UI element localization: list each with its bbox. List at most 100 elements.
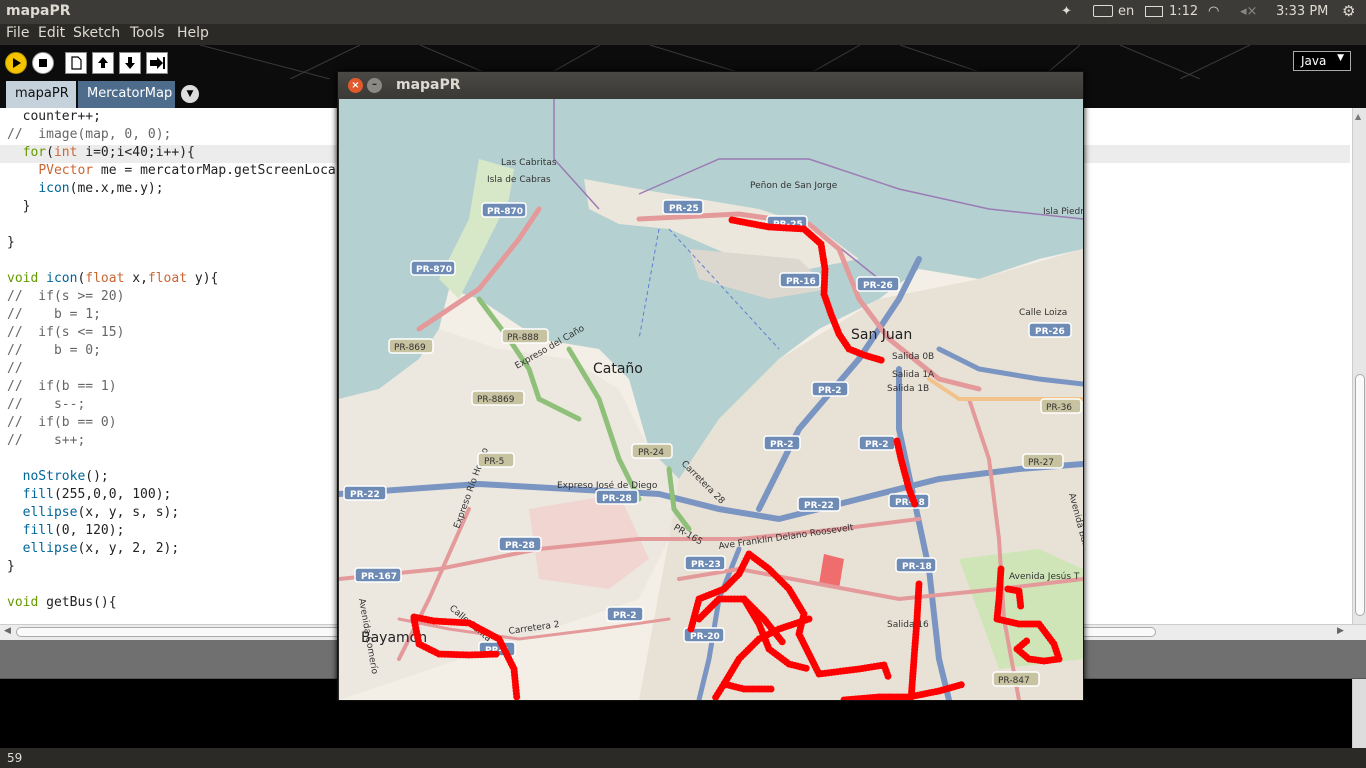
bus-position-dot xyxy=(778,638,786,646)
code-line: ellipse(x, y, s, s); xyxy=(22,505,180,520)
tab-mercatormap[interactable]: MercatorMap xyxy=(78,81,175,108)
shield-pr-167: PR-167 xyxy=(354,567,402,583)
menu-file[interactable]: File xyxy=(6,25,29,41)
code-line: } xyxy=(7,559,15,574)
svg-text:PR-28: PR-28 xyxy=(602,494,632,504)
tab-menu-button[interactable]: ▼ xyxy=(181,85,199,103)
code-line: for(int i=0;i<40;i++){ xyxy=(22,145,195,160)
new-button[interactable] xyxy=(65,52,87,74)
close-button[interactable]: × xyxy=(348,78,363,93)
shield-pr-870-b: PR-870 xyxy=(410,260,456,276)
svg-text:PR-20: PR-20 xyxy=(690,632,720,642)
svg-text:PR-888: PR-888 xyxy=(507,333,539,343)
export-button[interactable] xyxy=(146,52,168,74)
bus-position-dot xyxy=(911,500,919,508)
map-canvas[interactable]: Las Cabritas Isla de Cabras Peñon de San… xyxy=(339,99,1083,700)
shield-pr-2-b: PR-2 xyxy=(763,435,801,451)
svg-text:PR-24: PR-24 xyxy=(638,448,664,458)
tab-label: mapaPR xyxy=(15,86,69,101)
mode-label: Java xyxy=(1301,54,1327,68)
svg-text:PR-36: PR-36 xyxy=(1046,403,1072,413)
language-indicator[interactable]: en xyxy=(1118,4,1134,19)
shield-pr-869: PR-869 xyxy=(388,338,434,354)
code-line: fill(255,0,0, 100); xyxy=(22,487,172,502)
gear-icon[interactable]: ⚙ xyxy=(1342,2,1355,20)
scroll-thumb[interactable] xyxy=(1355,374,1365,616)
sketch-window[interactable]: × – mapaPR Las Cabritas Isla de Cabras P… xyxy=(337,71,1084,701)
minimize-button[interactable]: – xyxy=(367,78,382,93)
editor-vertical-scrollbar[interactable]: ▲ xyxy=(1352,108,1366,624)
menu-edit[interactable]: Edit xyxy=(38,25,65,41)
code-line: // b = 1; xyxy=(7,307,101,322)
svg-text:PR-167: PR-167 xyxy=(361,572,397,582)
label-las-cabritas: Las Cabritas xyxy=(501,158,557,168)
svg-text:PR-22: PR-22 xyxy=(804,501,834,511)
dropbox-icon[interactable]: ✦ xyxy=(1061,4,1072,19)
svg-text:PR-2: PR-2 xyxy=(770,440,794,450)
shield-pr-36: PR-36 xyxy=(1040,398,1082,414)
volume-muted-icon[interactable]: ◂× xyxy=(1240,4,1257,19)
code-line: // if(s >= 20) xyxy=(7,289,125,304)
bus-position-dot xyxy=(1023,637,1031,645)
shield-pr-28-b: PR-28 xyxy=(498,536,542,552)
shield-pr-870-a: PR-870 xyxy=(481,202,527,218)
menu-sketch[interactable]: Sketch xyxy=(73,25,120,41)
svg-text:PR-18: PR-18 xyxy=(902,562,932,572)
shield-pr-27: PR-27 xyxy=(1022,453,1064,469)
svg-text:PR-870: PR-870 xyxy=(487,207,523,217)
scroll-left-icon[interactable]: ◀ xyxy=(4,626,11,636)
save-button[interactable] xyxy=(119,52,141,74)
svg-text:PR-28: PR-28 xyxy=(505,541,535,551)
svg-text:PR-16: PR-16 xyxy=(786,277,816,287)
scroll-up-icon[interactable]: ▲ xyxy=(1355,112,1364,122)
bus-position-dot xyxy=(802,664,810,672)
label-salida-16: Salida 16 xyxy=(887,620,929,630)
label-salida-0b: Salida 0B xyxy=(892,352,934,362)
bus-position-dot xyxy=(492,650,500,658)
code-line: // s++; xyxy=(7,433,86,448)
sketch-window-titlebar[interactable]: × – mapaPR xyxy=(338,72,1083,99)
run-button[interactable] xyxy=(5,52,27,74)
line-number-status: 59 xyxy=(0,748,1366,768)
code-line: noStroke(); xyxy=(22,469,109,484)
stop-button[interactable] xyxy=(32,52,54,74)
label-penon-san-jorge: Peñon de San Jorge xyxy=(750,181,838,191)
svg-text:PR-22: PR-22 xyxy=(350,490,380,500)
svg-text:PR-2: PR-2 xyxy=(613,611,637,621)
code-line: ellipse(x, y, 2, 2); xyxy=(22,541,180,556)
menu-tools[interactable]: Tools xyxy=(130,25,165,41)
bus-position-dot xyxy=(884,672,892,680)
keyboard-icon[interactable] xyxy=(1093,5,1113,17)
wifi-icon[interactable]: ◠ xyxy=(1208,4,1219,19)
clock[interactable]: 3:33 PM xyxy=(1276,4,1328,19)
shield-pr-22-a: PR-22 xyxy=(343,485,387,501)
open-button[interactable] xyxy=(92,52,114,74)
map-svg: Las Cabritas Isla de Cabras Peñon de San… xyxy=(339,99,1083,700)
code-line: // s--; xyxy=(7,397,86,412)
shield-pr-8869: PR-8869 xyxy=(471,390,525,406)
scroll-right-icon[interactable]: ▶ xyxy=(1337,626,1344,636)
code-line: // b = 0; xyxy=(7,343,101,358)
svg-text:PR-25: PR-25 xyxy=(669,204,699,214)
battery-icon[interactable] xyxy=(1145,6,1163,17)
export-arrow-icon xyxy=(150,57,165,69)
mode-selector[interactable]: Java ▼ xyxy=(1293,51,1351,71)
svg-text:PR-870: PR-870 xyxy=(416,265,452,275)
console-scrollbar[interactable] xyxy=(1352,679,1366,749)
download-arrow-icon xyxy=(125,57,135,69)
shield-pr-22-b: PR-22 xyxy=(797,496,841,512)
code-line: fill(0, 120); xyxy=(22,523,125,538)
bus-position-dot xyxy=(957,681,965,689)
app-title: mapaPR xyxy=(6,3,71,19)
tab-mapapr[interactable]: mapaPR xyxy=(6,81,76,108)
code-line: counter++; xyxy=(7,109,101,124)
shield-pr-2-d: PR-2 xyxy=(606,606,644,622)
bus-position-dot xyxy=(1017,602,1025,610)
menu-bar: File Edit Sketch Tools Help xyxy=(0,24,1366,45)
shield-pr-16: PR-16 xyxy=(779,272,821,288)
shield-pr-18-b: PR-18 xyxy=(895,557,937,573)
battery-time[interactable]: 1:12 xyxy=(1169,4,1198,19)
menu-help[interactable]: Help xyxy=(177,25,209,41)
label-isla-piedra: Isla Piedra xyxy=(1043,207,1083,217)
code-line: void icon(float x,float y){ xyxy=(7,271,219,286)
